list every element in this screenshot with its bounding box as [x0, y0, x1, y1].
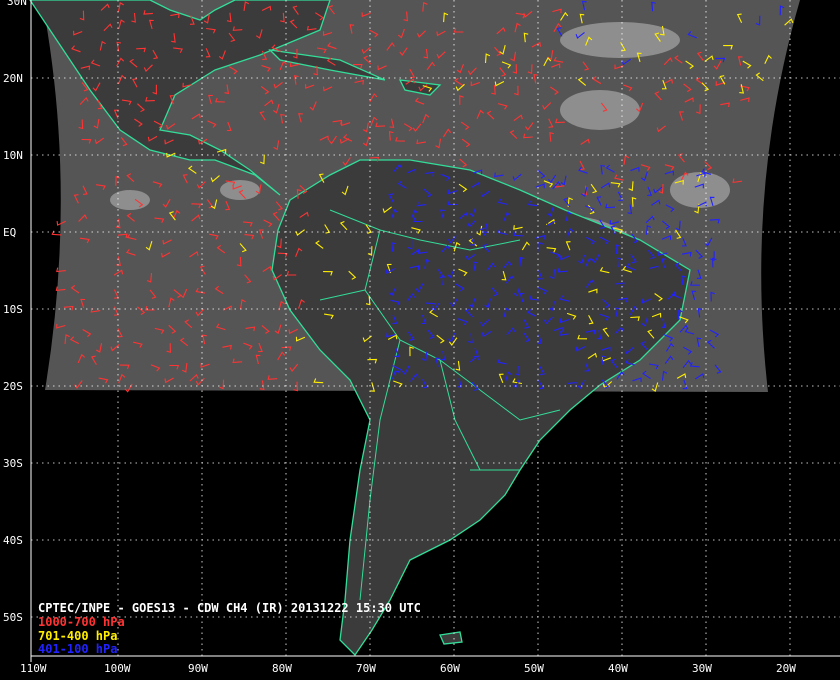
lon-label: 90W [188, 662, 208, 675]
map-title: CPTEC/INPE - GOES13 - CDW CH4 (IR) 20131… [38, 601, 421, 615]
legend-low-label: 1000-700 hPa [38, 615, 125, 629]
lat-label: 20N [3, 72, 23, 85]
lon-label: 70W [356, 662, 376, 675]
lat-label: 20S [3, 380, 23, 393]
cloud-patch [220, 180, 260, 200]
legend-mid-label: 701-400 hPa [38, 629, 118, 643]
cloud-patch [560, 22, 680, 58]
lon-label: 40W [608, 662, 628, 675]
legend-item-high: 401-100 hPa [38, 643, 117, 656]
lat-label: 40S [3, 534, 23, 547]
lat-label: 50S [3, 611, 23, 624]
map-canvas: 20N 10N EQ 10S 20S 30S 40S 50S 110W 100W 90W 80W 70… [0, 0, 840, 680]
cloud-patch [670, 172, 730, 208]
lat-label: 10N [3, 149, 23, 162]
lat-label: 10S [3, 303, 23, 316]
legend-high-label: 401-100 hPa [38, 642, 118, 656]
lon-label: 110W [20, 662, 47, 675]
lat-label: 30S [3, 457, 23, 470]
legend-item-low: 1000-700 hPa [38, 616, 125, 629]
lon-label: 100W [104, 662, 131, 675]
lon-label: 80W [272, 662, 292, 675]
lon-label: 30W [692, 662, 712, 675]
lon-label: 60W [440, 662, 460, 675]
cloud-patch [560, 90, 640, 130]
cloud-patch [110, 190, 150, 210]
top-lat-label: 30N [7, 0, 27, 8]
lon-label: 50W [524, 662, 544, 675]
lon-label: 20W [776, 662, 796, 675]
lat-label: EQ [3, 226, 16, 239]
